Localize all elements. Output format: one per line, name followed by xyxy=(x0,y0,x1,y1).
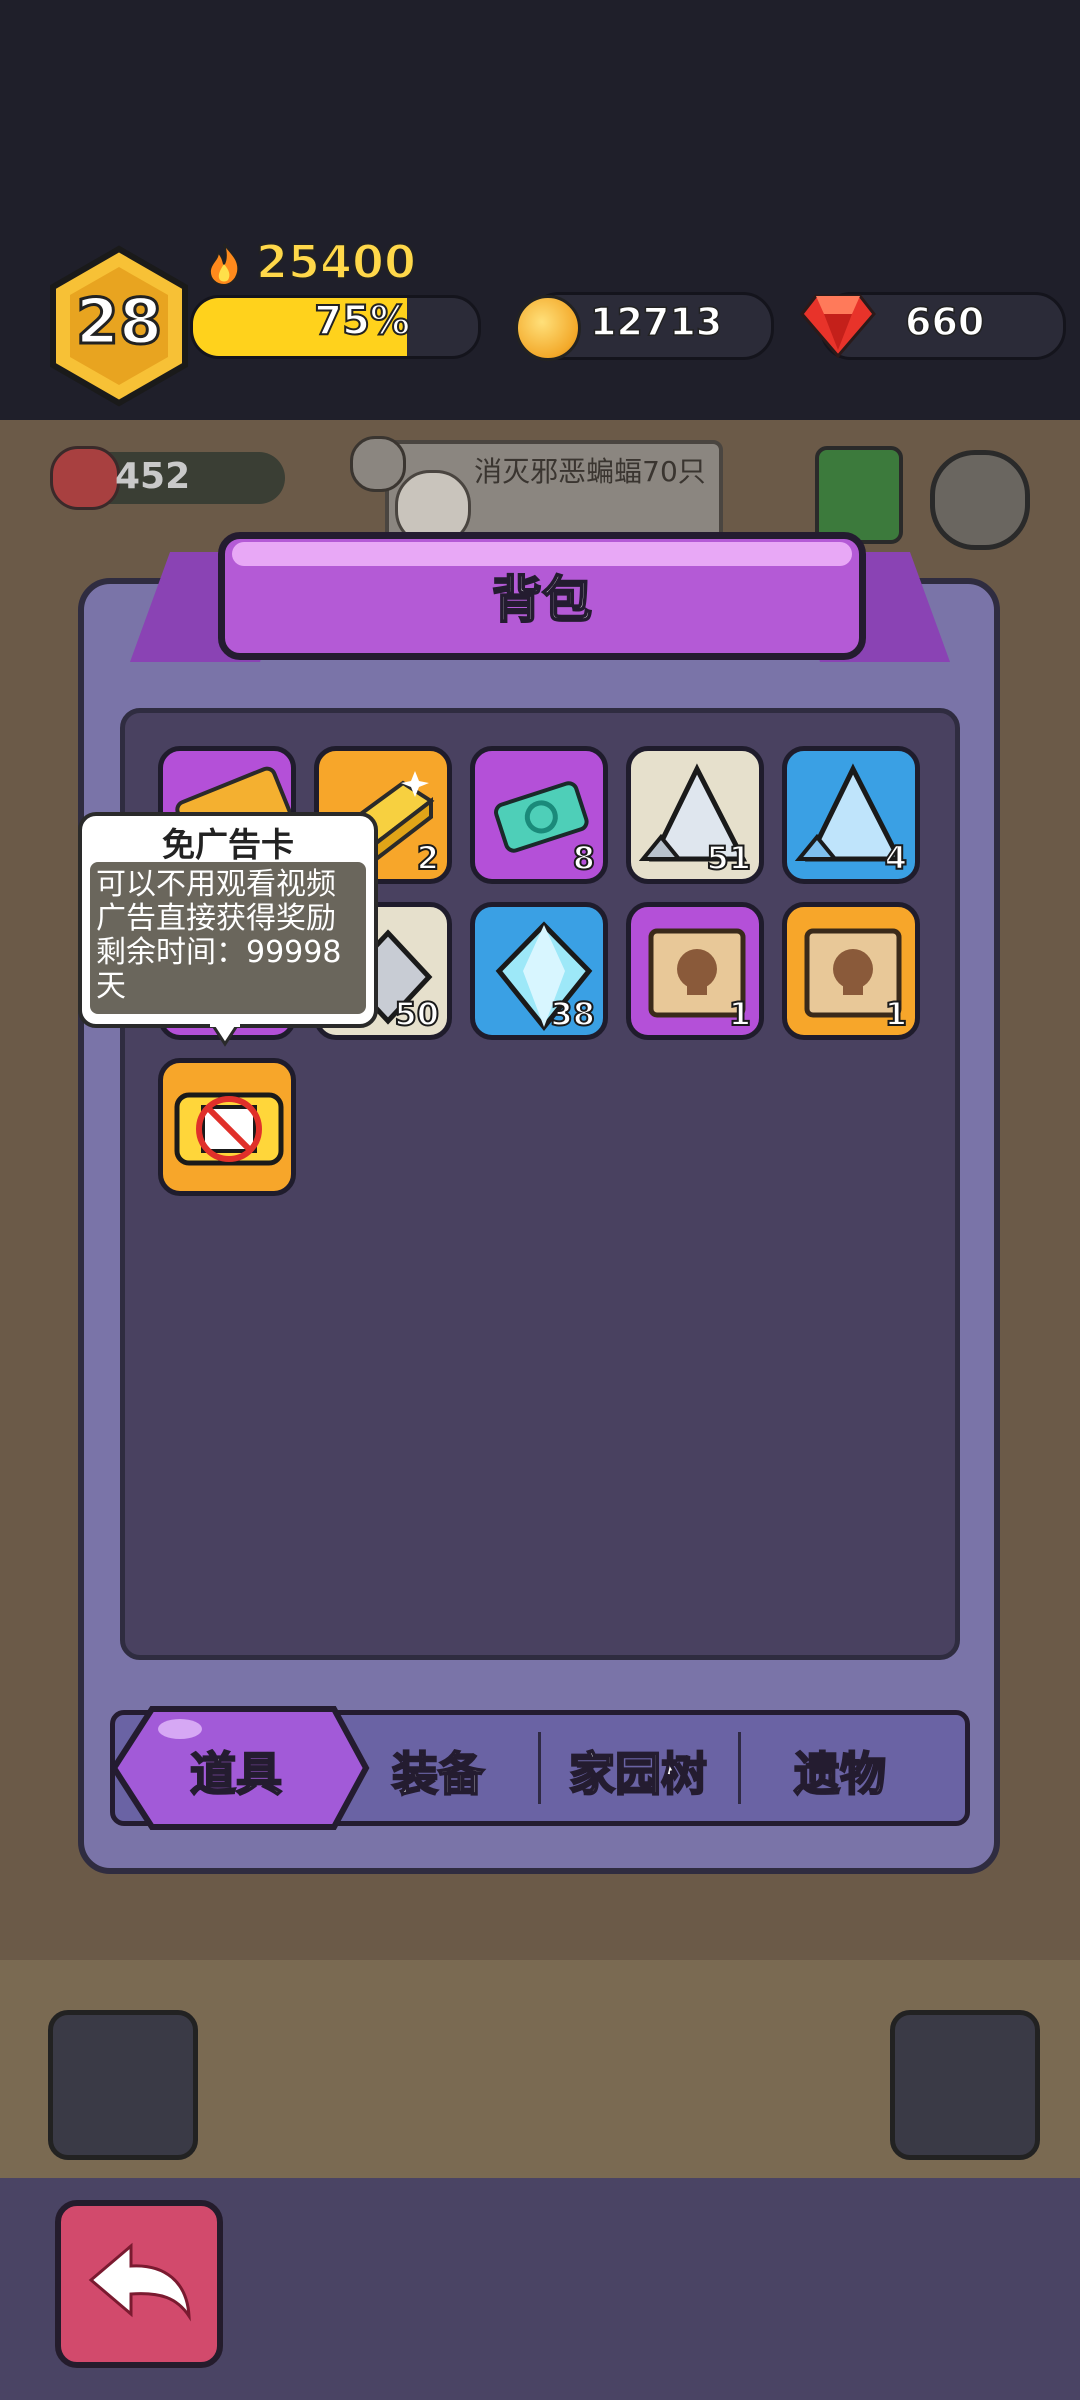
item-count: 1 xyxy=(728,994,752,1034)
back-arrow-icon xyxy=(88,2242,191,2322)
weapon-button[interactable] xyxy=(890,2010,1040,2160)
meat-icon xyxy=(50,446,120,510)
item-slot[interactable]: 4 xyxy=(782,746,920,884)
red-gem-icon xyxy=(800,294,876,358)
fire-icon xyxy=(208,243,240,286)
slime-team-button[interactable] xyxy=(48,2010,198,2160)
xp-percent: 75% xyxy=(313,297,411,345)
tooltip-line: 广告直接获得奖励 xyxy=(96,901,336,936)
tooltip-line: 剩余时间：99998 xyxy=(96,935,342,970)
gem-value: 660 xyxy=(904,299,985,345)
item-slot[interactable]: 1 xyxy=(782,902,920,1040)
item-count: 2 xyxy=(416,838,440,878)
tab-equipment[interactable]: 装备 xyxy=(338,1738,538,1804)
level-number: 28 xyxy=(74,284,163,360)
item-slot[interactable]: 1 xyxy=(626,902,764,1040)
meat-value: 452 xyxy=(115,456,191,497)
item-slot-selected[interactable] xyxy=(158,1058,296,1196)
back-button[interactable] xyxy=(55,2200,223,2368)
item-slot[interactable]: 8 xyxy=(470,746,608,884)
item-slot[interactable]: 38 xyxy=(470,902,608,1040)
gear-icon[interactable] xyxy=(930,450,1030,550)
tooltip-title: 免广告卡 xyxy=(162,825,294,864)
tooltip-pointer xyxy=(210,1024,240,1047)
power-value: 25400 xyxy=(255,234,417,290)
item-count: 4 xyxy=(884,838,908,878)
item-count: 1 xyxy=(884,994,908,1034)
no-video-icon xyxy=(174,1092,284,1166)
coin-icon xyxy=(515,295,581,361)
panel-title: 背包 xyxy=(491,570,593,630)
item-count: 8 xyxy=(572,838,596,878)
tab-items[interactable]: 道具 xyxy=(136,1738,336,1804)
coin-value: 12713 xyxy=(589,299,723,345)
book-icon[interactable] xyxy=(815,446,903,544)
tooltip-line: 天 xyxy=(96,969,126,1004)
tooltip-line: 可以不用观看视频 xyxy=(96,867,336,902)
item-slot[interactable]: 51 xyxy=(626,746,764,884)
tooltip-description: 可以不用观看视频 广告直接获得奖励 剩余时间：99998 天 xyxy=(96,868,366,1004)
item-count: 38 xyxy=(549,994,596,1034)
item-count: 50 xyxy=(393,994,440,1034)
quest-text: 消灭邪恶蝙蝠70只 xyxy=(474,455,706,488)
tab-relics[interactable]: 遗物 xyxy=(740,1738,940,1804)
tab-home-tree[interactable]: 家园树 xyxy=(538,1738,738,1804)
item-count: 51 xyxy=(705,838,752,878)
magnifier-icon[interactable] xyxy=(350,436,406,492)
